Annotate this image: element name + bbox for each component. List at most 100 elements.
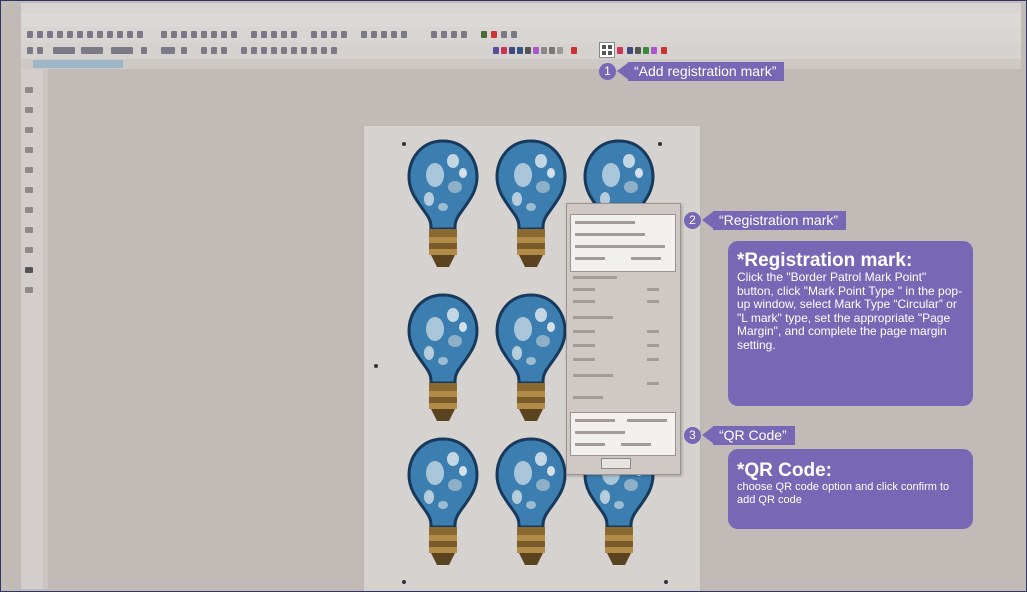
- tool-icon[interactable]: [25, 227, 33, 233]
- setting-line: [573, 344, 595, 347]
- tool-icon[interactable]: [331, 47, 337, 54]
- lightbulb-image: [405, 291, 481, 433]
- tool-icon[interactable]: [371, 31, 377, 38]
- tool-icon[interactable]: [461, 31, 467, 38]
- tool-icon[interactable]: [25, 127, 33, 133]
- tool-icon[interactable]: [221, 47, 227, 54]
- tool-icon[interactable]: [361, 31, 367, 38]
- tool-icon[interactable]: [201, 31, 207, 38]
- tool-icon[interactable]: [301, 47, 307, 54]
- tool-icon[interactable]: [525, 47, 531, 54]
- tool-icon[interactable]: [25, 247, 33, 253]
- tool-field[interactable]: [81, 47, 103, 54]
- tool-icon[interactable]: [291, 31, 297, 38]
- tool-icon[interactable]: [27, 31, 33, 38]
- tool-icon[interactable]: [37, 31, 43, 38]
- tool-icon[interactable]: [161, 47, 175, 54]
- tool-icon[interactable]: [493, 47, 499, 54]
- tool-icon[interactable]: [127, 31, 133, 38]
- tool-icon[interactable]: [25, 207, 33, 213]
- tool-icon[interactable]: [617, 47, 623, 54]
- tool-icon[interactable]: [25, 87, 33, 93]
- setting-line: [573, 358, 595, 361]
- tool-icon[interactable]: [181, 31, 187, 38]
- tool-icon[interactable]: [261, 47, 267, 54]
- tool-icon[interactable]: [25, 167, 33, 173]
- tool-icon[interactable]: [541, 47, 547, 54]
- tool-icon[interactable]: [137, 31, 143, 38]
- tool-icon[interactable]: [533, 47, 539, 54]
- tool-icon[interactable]: [481, 31, 487, 38]
- tool-icon[interactable]: [25, 267, 33, 273]
- tool-icon[interactable]: [281, 31, 287, 38]
- tool-icon[interactable]: [25, 107, 33, 113]
- tool-icon[interactable]: [321, 47, 327, 54]
- tool-icon[interactable]: [281, 47, 287, 54]
- tool-icon[interactable]: [451, 31, 457, 38]
- tool-icon[interactable]: [261, 31, 267, 38]
- tool-icon[interactable]: [57, 31, 63, 38]
- tool-icon[interactable]: [501, 47, 507, 54]
- tool-icon[interactable]: [311, 31, 317, 38]
- tool-icon[interactable]: [67, 31, 73, 38]
- tool-icon[interactable]: [27, 47, 33, 54]
- tool-icon[interactable]: [171, 31, 177, 38]
- tool-icon[interactable]: [571, 47, 577, 54]
- tool-icon[interactable]: [635, 47, 641, 54]
- tool-icon[interactable]: [251, 31, 257, 38]
- tool-field[interactable]: [53, 47, 75, 54]
- tool-icon[interactable]: [97, 31, 103, 38]
- tool-icon[interactable]: [391, 31, 397, 38]
- tool-icon[interactable]: [651, 47, 657, 54]
- tool-icon[interactable]: [231, 31, 237, 38]
- tool-icon[interactable]: [271, 31, 277, 38]
- tool-icon[interactable]: [221, 31, 227, 38]
- tool-icon[interactable]: [381, 31, 387, 38]
- tool-icon[interactable]: [211, 31, 217, 38]
- tool-field[interactable]: [111, 47, 133, 54]
- tool-icon[interactable]: [643, 47, 649, 54]
- tool-icon[interactable]: [251, 47, 257, 54]
- tool-icon[interactable]: [241, 47, 247, 54]
- tool-icon[interactable]: [25, 287, 33, 293]
- tool-icon[interactable]: [141, 47, 147, 54]
- tool-icon[interactable]: [25, 147, 33, 153]
- tool-icon[interactable]: [271, 47, 277, 54]
- tool-icon[interactable]: [181, 47, 187, 54]
- registration-mark-options[interactable]: [570, 214, 676, 272]
- step-number: 2: [684, 212, 701, 229]
- tool-icon[interactable]: [311, 47, 317, 54]
- tool-icon[interactable]: [331, 31, 337, 38]
- tool-icon[interactable]: [441, 31, 447, 38]
- tool-icon[interactable]: [341, 31, 347, 38]
- tool-icon[interactable]: [557, 47, 563, 54]
- tab-document[interactable]: [33, 60, 123, 68]
- tool-icon[interactable]: [321, 31, 327, 38]
- tool-icon[interactable]: [47, 31, 53, 38]
- tool-icon[interactable]: [627, 47, 633, 54]
- tool-icon[interactable]: [107, 31, 113, 38]
- tool-icon[interactable]: [549, 47, 555, 54]
- tool-icon[interactable]: [661, 47, 667, 54]
- tool-icon[interactable]: [117, 31, 123, 38]
- tool-icon[interactable]: [511, 31, 517, 38]
- tool-icon[interactable]: [431, 31, 437, 38]
- tool-icon[interactable]: [87, 31, 93, 38]
- tool-icon[interactable]: [201, 47, 207, 54]
- tool-icon[interactable]: [501, 31, 507, 38]
- tool-icon[interactable]: [25, 187, 33, 193]
- registration-mark-icon[interactable]: [599, 42, 615, 58]
- tool-icon[interactable]: [37, 47, 43, 54]
- tool-icon[interactable]: [191, 31, 197, 38]
- tool-icon[interactable]: [401, 31, 407, 38]
- tool-icon[interactable]: [291, 47, 297, 54]
- confirm-button[interactable]: [601, 458, 631, 469]
- tool-icon[interactable]: [77, 31, 83, 38]
- tool-icon[interactable]: [161, 31, 167, 38]
- tool-icon[interactable]: [509, 47, 515, 54]
- tool-icon[interactable]: [211, 47, 217, 54]
- tool-icon[interactable]: [491, 31, 497, 38]
- option-line: [627, 419, 667, 422]
- qr-code-options[interactable]: [570, 412, 676, 456]
- tool-icon[interactable]: [517, 47, 523, 54]
